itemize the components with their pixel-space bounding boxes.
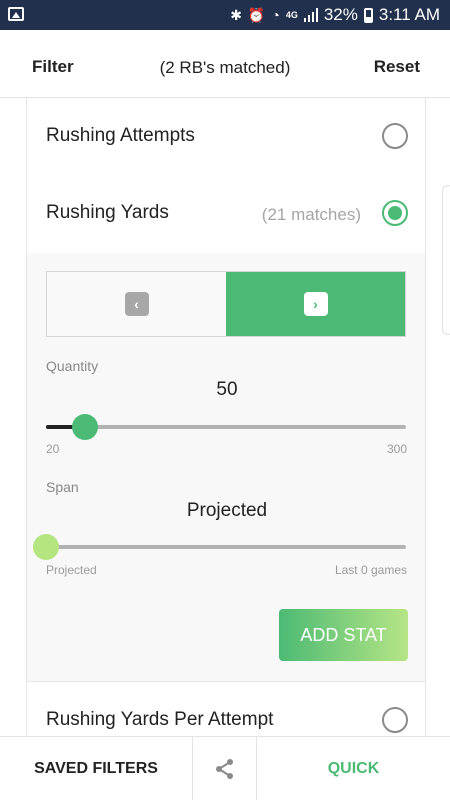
- quantity-slider-thumb[interactable]: [71, 414, 98, 440]
- stat-label: Rushing Yards Per Attempt: [46, 709, 274, 730]
- alarm-icon: ⏰: [247, 7, 266, 23]
- stat-editor: ‹ › Quantity 50 20 300 Span Projected Pr…: [27, 253, 425, 682]
- chevron-left-icon: ‹: [124, 292, 149, 316]
- span-slider[interactable]: [33, 534, 406, 560]
- greater-than-segment[interactable]: ›: [226, 272, 405, 336]
- status-bar-right: ✱ ⏰ ◔ 4G 32% 3:11 AM: [230, 0, 440, 30]
- quantity-label: Quantity: [46, 358, 99, 374]
- span-max-label: Last 0 games: [334, 563, 407, 577]
- network-type: 4G: [285, 10, 298, 20]
- saved-filters-button[interactable]: SAVED FILTERS: [0, 737, 193, 800]
- span-value: Projected: [186, 500, 268, 521]
- wifi-icon: ◔: [271, 7, 280, 23]
- stat-row-rushing-attempts[interactable]: Rushing Attempts: [27, 98, 425, 176]
- quantity-max-label: 300: [386, 442, 407, 456]
- stat-row-rushing-yards-per-attempt[interactable]: Rushing Yards Per Attempt: [27, 682, 425, 736]
- battery-percent: 32%: [323, 5, 358, 24]
- bluetooth-icon: ✱: [230, 7, 242, 23]
- share-icon: [215, 758, 233, 779]
- quantity-value: 50: [216, 379, 238, 400]
- share-button[interactable]: [193, 737, 257, 800]
- battery-icon: [363, 7, 373, 23]
- comparison-toggle: ‹ ›: [46, 271, 406, 337]
- stat-label: Rushing Yards: [46, 202, 169, 223]
- reset-button[interactable]: Reset: [374, 57, 420, 77]
- span-min-label: Projected: [46, 563, 97, 577]
- radio-button[interactable]: [382, 707, 408, 733]
- add-stat-button[interactable]: ADD STAT: [279, 609, 408, 661]
- quantity-min-label: 20: [46, 442, 60, 456]
- radio-button-selected[interactable]: [382, 200, 408, 226]
- chevron-right-icon: ›: [303, 292, 328, 316]
- stat-row-rushing-yards[interactable]: Rushing Yards (21 matches): [27, 175, 425, 253]
- signal-icon: [303, 8, 318, 22]
- span-label: Span: [46, 479, 79, 495]
- filter-header: (2 RB's matched) Filter Reset: [0, 30, 450, 98]
- stat-label: Rushing Attempts: [46, 125, 195, 146]
- side-panel-edge: [442, 185, 450, 335]
- status-bar: ✱ ⏰ ◔ 4G 32% 3:11 AM: [0, 0, 450, 30]
- span-slider-thumb[interactable]: [33, 534, 59, 560]
- quick-button[interactable]: QUICK: [257, 737, 450, 800]
- less-than-segment[interactable]: ‹: [47, 272, 226, 336]
- clock: 3:11 AM: [378, 5, 440, 24]
- quantity-slider[interactable]: [46, 414, 406, 440]
- radio-button[interactable]: [382, 123, 408, 149]
- bottom-bar: SAVED FILTERS QUICK: [0, 736, 450, 800]
- stat-list[interactable]: Rushing Attempts Rushing Yards (21 match…: [26, 98, 426, 736]
- image-notification-icon: [8, 7, 24, 21]
- match-count: (21 matches): [261, 205, 361, 224]
- filter-title: Filter: [32, 57, 74, 76]
